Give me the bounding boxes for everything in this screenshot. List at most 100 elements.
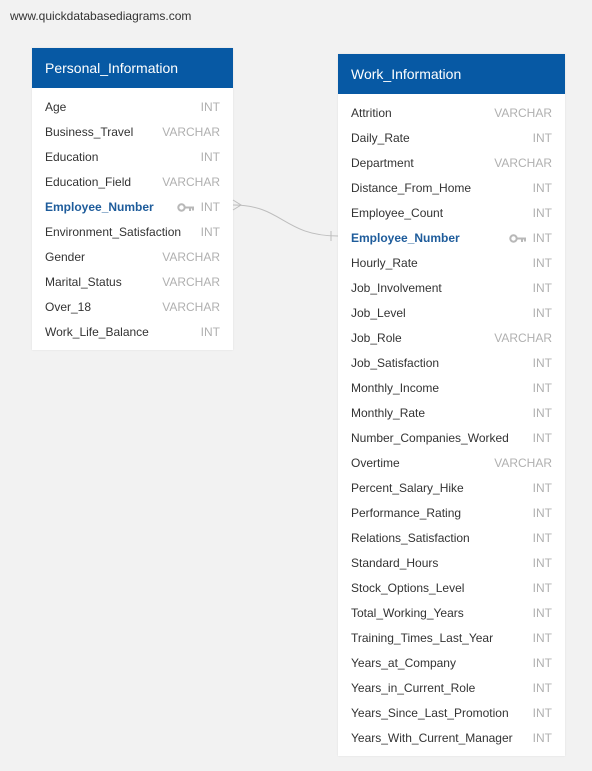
column-name: Job_Role [351,331,402,345]
column-row[interactable]: Business_Travel VARCHAR [32,120,233,145]
column-name: Distance_From_Home [351,181,472,195]
column-row[interactable]: Work_Life_Balance INT [32,320,233,345]
column-type: INT [532,656,552,670]
column-row[interactable]: Job_Level INT [338,301,565,326]
primary-key-row[interactable]: Employee_Number INT [338,226,565,251]
column-type: INT [532,256,552,270]
column-name: Hourly_Rate [351,256,418,270]
column-name: Employee_Number [45,200,154,214]
column-row[interactable]: Job_Role VARCHAR [338,326,565,351]
table-header[interactable]: Work_Information [338,54,565,94]
column-row[interactable]: Total_Working_Years INT [338,601,565,626]
column-row[interactable]: Hourly_Rate INT [338,251,565,276]
column-row[interactable]: Employee_Count INT [338,201,565,226]
column-row[interactable]: Marital_Status VARCHAR [32,270,233,295]
column-type: INT [532,556,552,570]
column-row[interactable]: Performance_Rating INT [338,501,565,526]
column-name: Employee_Number [351,231,460,245]
table-work-information[interactable]: Work_Information Attrition VARCHAR Daily_R… [338,54,565,756]
column-row[interactable]: Training_Times_Last_Year INT [338,626,565,651]
column-row[interactable]: Years_With_Current_Manager INT [338,726,565,751]
column-type: VARCHAR [162,125,220,139]
column-name: Years_in_Current_Role [351,681,476,695]
column-name: Education [45,150,99,164]
column-type: INT [532,306,552,320]
column-name: Monthly_Rate [351,406,426,420]
column-type: INT [532,231,552,245]
column-row[interactable]: Percent_Salary_Hike INT [338,476,565,501]
column-name: Job_Satisfaction [351,356,440,370]
column-row[interactable]: Distance_From_Home INT [338,176,565,201]
column-row[interactable]: Education INT [32,145,233,170]
column-type: VARCHAR [494,156,552,170]
column-name: Number_Companies_Worked [351,431,509,445]
column-name: Department [351,156,414,170]
column-row[interactable]: Job_Satisfaction INT [338,351,565,376]
column-name: Job_Involvement [351,281,442,295]
column-type: VARCHAR [162,275,220,289]
column-name: Over_18 [45,300,92,314]
column-row[interactable]: Daily_Rate INT [338,126,565,151]
column-name: Attrition [351,106,392,120]
column-type: INT [532,181,552,195]
column-name: Standard_Hours [351,556,439,570]
column-type: INT [200,100,220,114]
column-row[interactable]: Gender VARCHAR [32,245,233,270]
watermark: www.quickdatabasediagrams.com [10,9,192,23]
column-row[interactable]: Environment_Satisfaction INT [32,220,233,245]
column-name: Marital_Status [45,275,122,289]
column-row[interactable]: Monthly_Income INT [338,376,565,401]
column-name: Daily_Rate [351,131,410,145]
column-row[interactable]: Monthly_Rate INT [338,401,565,426]
column-type: INT [532,531,552,545]
column-name: Training_Times_Last_Year [351,631,494,645]
column-type: INT [532,606,552,620]
column-row[interactable]: Over_18 VARCHAR [32,295,233,320]
column-row[interactable]: Job_Involvement INT [338,276,565,301]
column-row[interactable]: Years_Since_Last_Promotion INT [338,701,565,726]
column-name: Education_Field [45,175,132,189]
column-type: INT [532,631,552,645]
column-type: VARCHAR [162,175,220,189]
primary-key-row[interactable]: Employee_Number INT [32,195,233,220]
column-type: INT [532,356,552,370]
relationship-line[interactable] [232,204,339,237]
column-type: INT [532,406,552,420]
column-row[interactable]: Stock_Options_Level INT [338,576,565,601]
column-type: INT [532,581,552,595]
key-icon [177,203,194,212]
column-row[interactable]: Years_in_Current_Role INT [338,676,565,701]
column-type: INT [200,200,220,214]
column-type: INT [532,681,552,695]
table-personal-information[interactable]: Personal_Information Age INT Business_Trav… [32,48,233,350]
column-name: Percent_Salary_Hike [351,481,464,495]
column-type: INT [532,206,552,220]
column-row[interactable]: Number_Companies_Worked INT [338,426,565,451]
column-name: Performance_Rating [351,506,462,520]
column-name: Stock_Options_Level [351,581,465,595]
column-type: INT [532,431,552,445]
column-type: INT [200,150,220,164]
column-row[interactable]: Overtime VARCHAR [338,451,565,476]
column-type: VARCHAR [494,456,552,470]
table-header[interactable]: Personal_Information [32,48,233,88]
cardinality-many-marker [232,199,242,211]
column-type: INT [532,381,552,395]
column-row[interactable]: Standard_Hours INT [338,551,565,576]
column-row[interactable]: Relations_Satisfaction INT [338,526,565,551]
column-type: VARCHAR [494,106,552,120]
column-row[interactable]: Years_at_Company INT [338,651,565,676]
key-icon [509,234,526,243]
column-type: INT [532,506,552,520]
column-row[interactable]: Education_Field VARCHAR [32,170,233,195]
column-name: Relations_Satisfaction [351,531,470,545]
column-row[interactable]: Age INT [32,95,233,120]
column-type: INT [532,731,552,745]
column-list: Attrition VARCHAR Daily_Rate INT Department V… [338,94,565,756]
column-type: INT [532,481,552,495]
column-row[interactable]: Attrition VARCHAR [338,101,565,126]
column-name: Work_Life_Balance [45,325,149,339]
column-row[interactable]: Department VARCHAR [338,151,565,176]
column-type: INT [532,706,552,720]
column-name: Business_Travel [45,125,134,139]
